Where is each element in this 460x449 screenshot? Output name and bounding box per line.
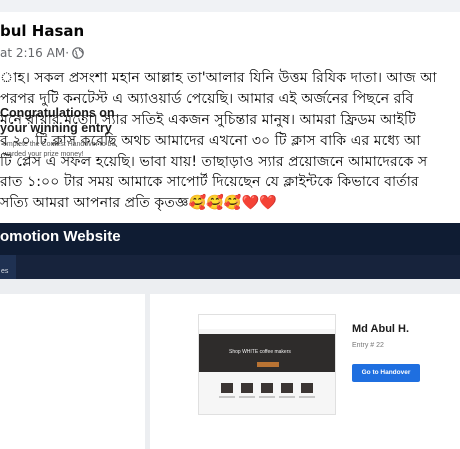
congrats-subtext-line: warded your prize money! [3, 151, 84, 158]
thumbnail-hero-button [257, 362, 279, 367]
top-bar [0, 0, 460, 12]
thumbnail-product [221, 383, 233, 393]
congrats-heading-line: Congratulations on [0, 106, 115, 120]
congrats-subtext: omplete the Contest Handover to be warde… [3, 140, 115, 160]
post-text-line: সত্যি আমরা আপনার প্রতি কৃতজ্ঞ🥰🥰🥰❤️❤️ [0, 195, 277, 212]
congrats-heading-line: your winning entry [0, 121, 112, 135]
entry-thumbnail: Shop WHITE coffee makers [198, 314, 336, 415]
globe-icon[interactable] [72, 47, 84, 59]
nav-tab-label: es [1, 268, 9, 275]
post-timestamp[interactable]: at 2:16 AM [0, 46, 65, 60]
go-to-handover-button: Go to Handover [352, 364, 420, 382]
thumbnail-product-label [259, 396, 275, 398]
congrats-card [0, 294, 145, 449]
thumbnail-product [261, 383, 273, 393]
congrats-heading: Congratulations on your winning entry [0, 106, 115, 136]
winner-name: Md Abul H. [352, 323, 410, 335]
thumbnail-hero-text: Shop WHITE coffee makers [229, 349, 291, 355]
thumbnail-product-label [299, 396, 315, 398]
thumbnail-product [281, 383, 293, 393]
thumbnail-product-label [219, 396, 235, 398]
thumbnail-product-label [279, 396, 295, 398]
post-author-name[interactable]: bul Hasan [0, 22, 84, 40]
post-text-line: রাত ১:০০ টার সময় আমাকে সাপোর্ট দিয়েছেন… [0, 174, 419, 191]
post-meta: at 2:16 AM · [0, 46, 84, 60]
congrats-subtext-line: omplete the Contest Handover to be [3, 141, 116, 148]
thumbnail-header [199, 315, 335, 329]
entry-number: Entry # 22 [352, 342, 384, 349]
thumbnail-product [301, 383, 313, 393]
site-title: omotion Website [0, 228, 121, 245]
post-text-line: াহ। সকল প্রসংশা মহান আল্লাহ তা'আলার যিনি… [0, 70, 437, 86]
meta-separator: · [65, 46, 70, 60]
thumbnail-product-label [239, 396, 255, 398]
thumbnail-product [241, 383, 253, 393]
